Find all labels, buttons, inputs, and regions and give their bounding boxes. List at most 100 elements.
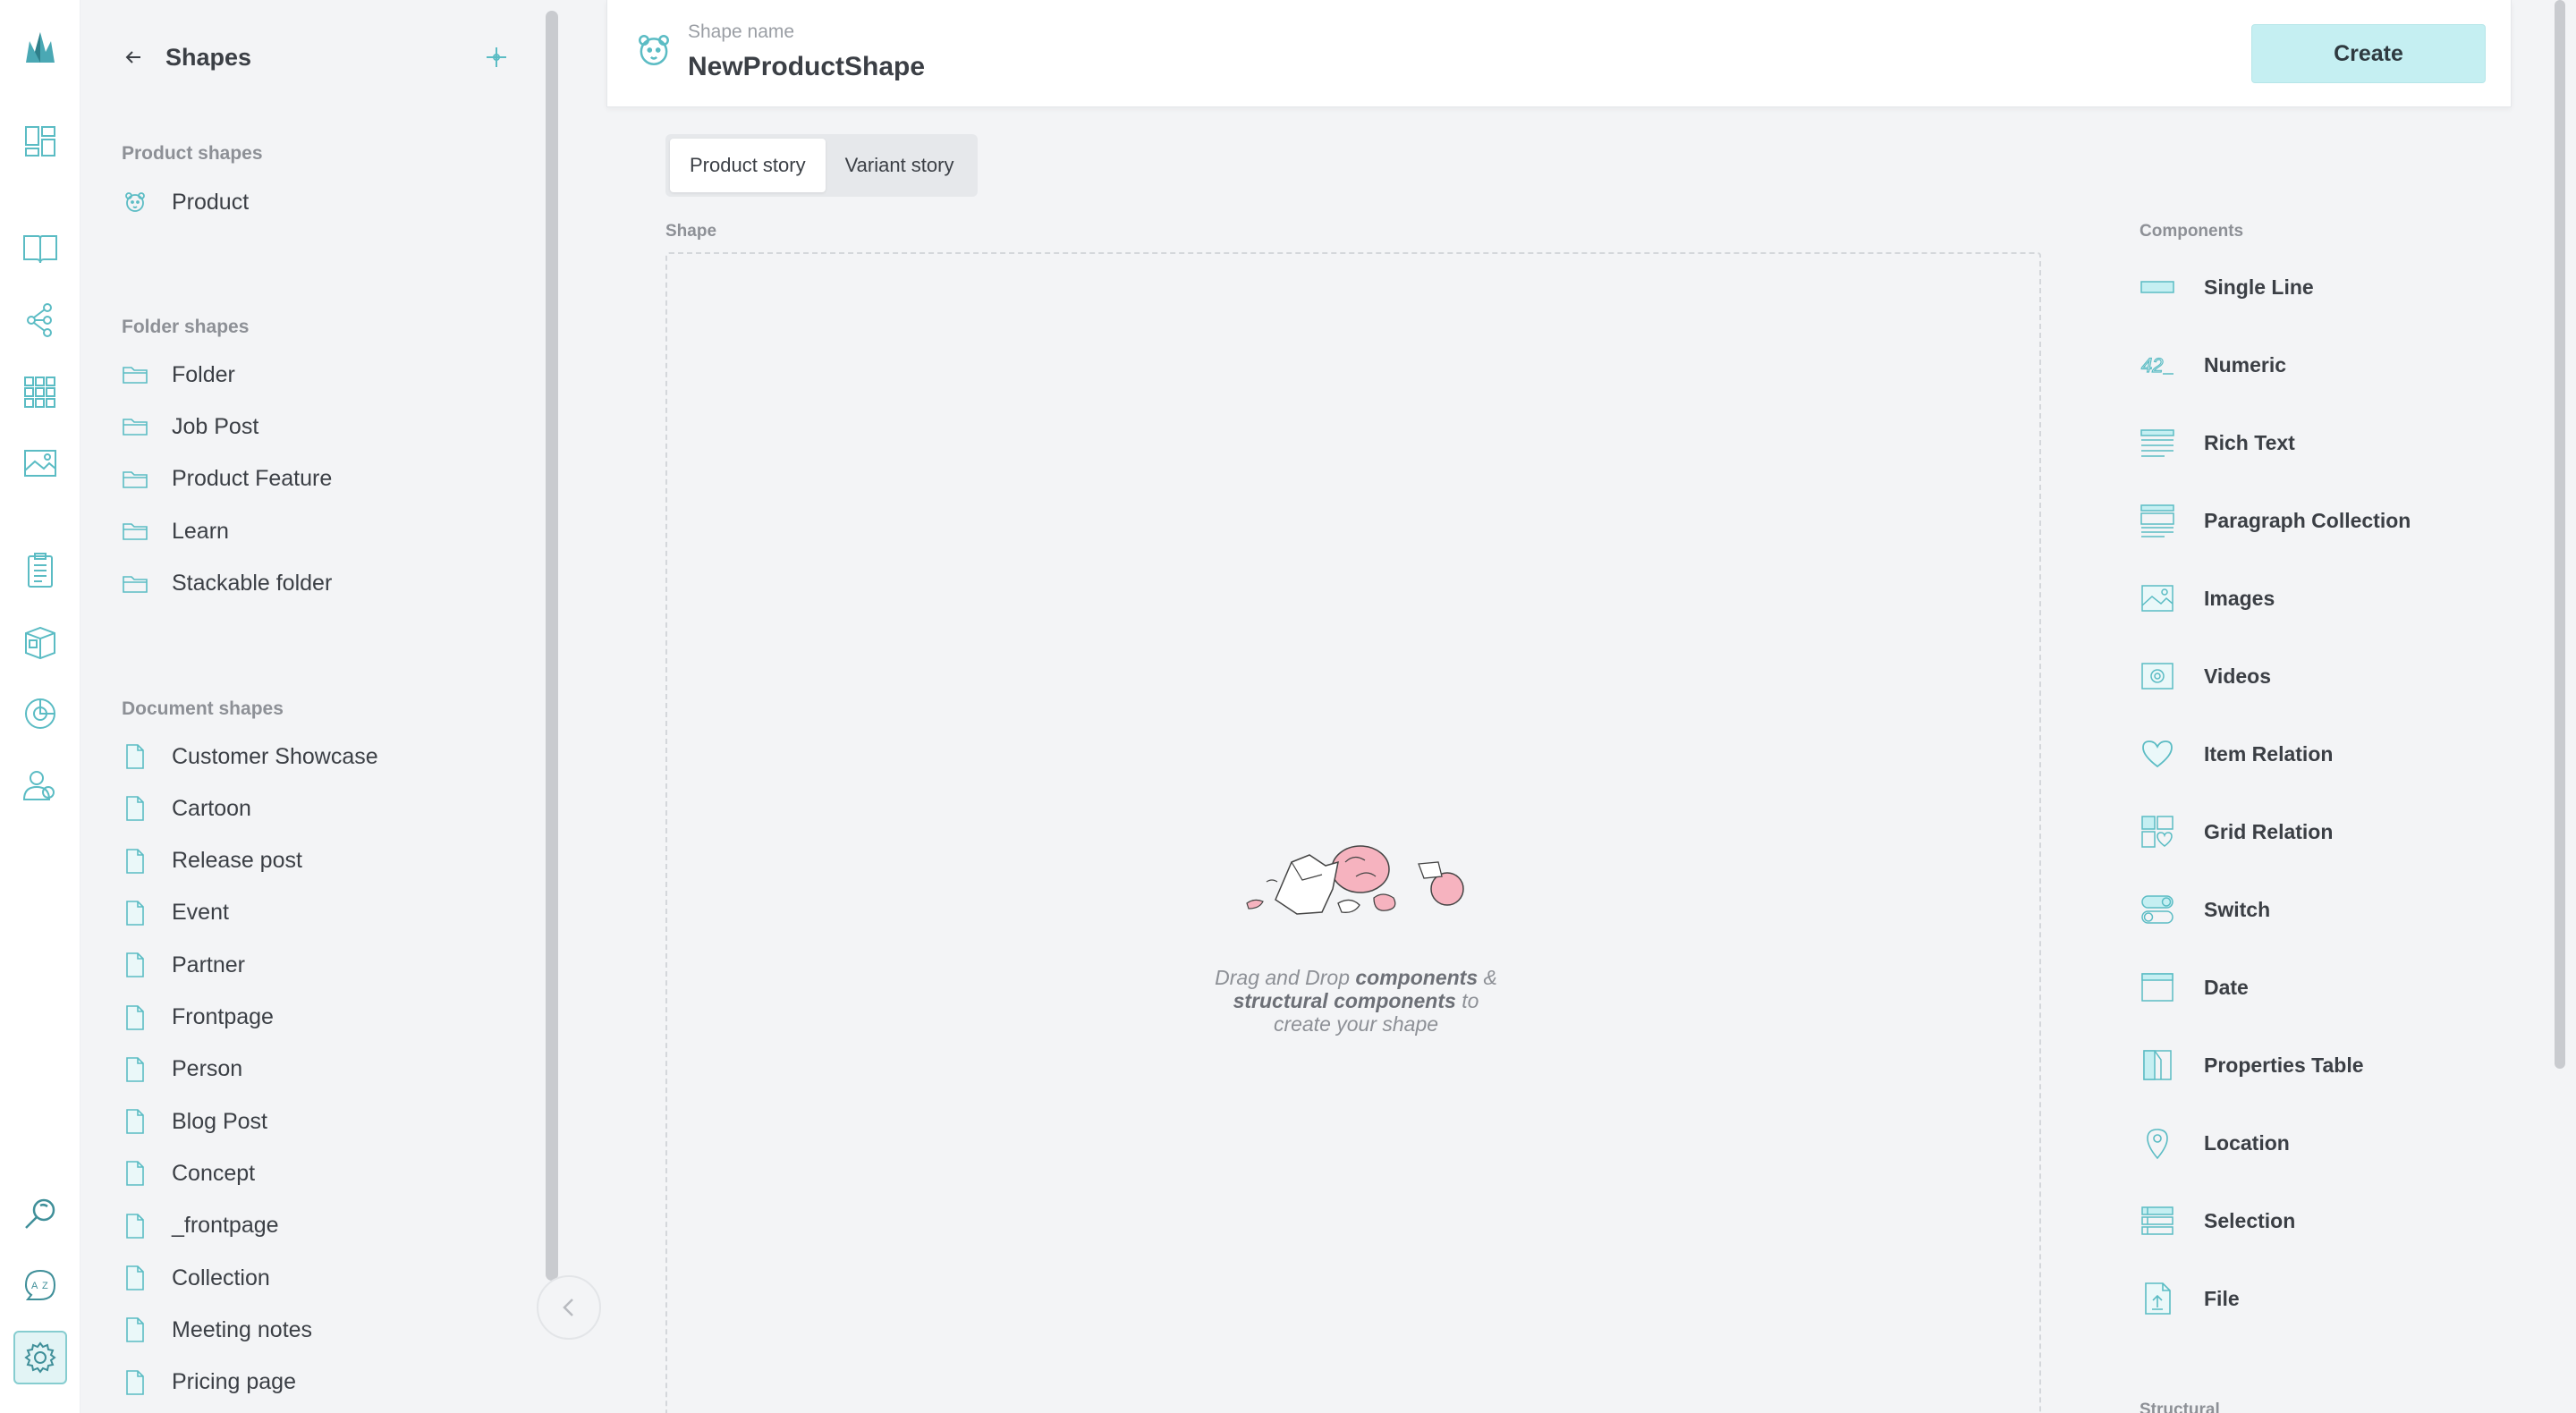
sidebar-item-label: Job Post	[172, 413, 259, 439]
main-nav-rail: AZ	[0, 0, 80, 1413]
sidebar-item-label: _frontpage	[172, 1213, 279, 1239]
properties-table-icon	[2140, 1047, 2175, 1083]
component-grid-relation[interactable]: Grid Relation	[2140, 809, 2333, 854]
svg-text:Z: Z	[42, 1281, 48, 1291]
component-rich-text[interactable]: Rich Text	[2140, 420, 2295, 465]
media-image-icon[interactable]	[13, 436, 67, 490]
tab-product-story[interactable]: Product story	[670, 139, 826, 192]
orders-clipboard-icon[interactable]	[13, 544, 67, 597]
empty-state-text: Drag and Drop components & structural co…	[1215, 966, 1497, 1036]
component-single-line[interactable]: Single Line	[2140, 265, 2314, 309]
sidebar-item-label: Customer Showcase	[172, 743, 378, 769]
sidebar-header: Shapes	[117, 39, 511, 75]
rich-text-icon	[2140, 425, 2175, 461]
document-icon	[122, 1004, 148, 1031]
date-icon	[2140, 969, 2175, 1005]
folder-icon	[122, 571, 148, 597]
shape-name-input[interactable]: NewProductShape	[688, 52, 925, 82]
sidebar-item-label: Partner	[172, 952, 245, 977]
grids-icon[interactable]	[13, 365, 67, 419]
sidebar-item-label: Event	[172, 900, 229, 926]
folder-shapes-heading: Folder shapes	[122, 317, 250, 337]
main-scrollbar[interactable]	[2555, 0, 2565, 1069]
sidebar-item-release-post[interactable]: Release post	[122, 842, 302, 881]
sidebar-item-product[interactable]: Product	[122, 182, 249, 222]
component-selection[interactable]: Selection	[2140, 1198, 2295, 1243]
product-shapes-heading: Product shapes	[122, 143, 263, 164]
folder-icon	[122, 466, 148, 493]
sidebar-scrollbar[interactable]	[546, 11, 558, 1281]
analytics-pie-icon[interactable]	[13, 687, 67, 740]
sidebar-item-label: Pricing page	[172, 1369, 296, 1395]
dashboard-icon[interactable]	[13, 114, 67, 168]
sidebar-item-pricing-page[interactable]: Pricing page	[122, 1363, 296, 1402]
component-date[interactable]: Date	[2140, 965, 2249, 1010]
component-images[interactable]: Images	[2140, 576, 2275, 621]
component-properties-table[interactable]: Properties Table	[2140, 1043, 2364, 1087]
component-item-relation[interactable]: Item Relation	[2140, 732, 2333, 776]
grid-relation-icon	[2140, 814, 2175, 850]
sidebar-item-label: Blog Post	[172, 1108, 268, 1134]
numeric-icon: 42	[2140, 347, 2175, 383]
component-numeric[interactable]: 42 Numeric	[2140, 343, 2286, 387]
back-arrow-icon[interactable]	[117, 41, 149, 73]
shape-dropzone[interactable]: Drag and Drop components & structural co…	[665, 252, 2041, 1413]
sidebar-item-folder[interactable]: Folder	[122, 355, 235, 394]
document-icon	[122, 900, 148, 926]
sidebar-item-product-feature[interactable]: Product Feature	[122, 460, 332, 499]
component-location[interactable]: Location	[2140, 1121, 2290, 1165]
sidebar-item-blog-post[interactable]: Blog Post	[122, 1102, 267, 1141]
sidebar-item-customer-showcase[interactable]: Customer Showcase	[122, 737, 378, 776]
component-switch[interactable]: Switch	[2140, 887, 2270, 932]
components-heading: Components	[2140, 222, 2244, 241]
sidebar-item-label: Folder	[172, 361, 235, 387]
shape-name-label: Shape name	[688, 21, 795, 42]
crystallize-logo-icon[interactable]	[13, 21, 67, 75]
subscriptions-box-icon[interactable]	[13, 615, 67, 669]
document-icon	[122, 1213, 148, 1240]
component-paragraph-collection[interactable]: Paragraph Collection	[2140, 498, 2411, 543]
translate-icon[interactable]: AZ	[13, 1259, 67, 1313]
sidebar-item-cartoon[interactable]: Cartoon	[122, 789, 251, 828]
sidebar-item-label: Concept	[172, 1160, 256, 1186]
folder-icon	[122, 518, 148, 545]
product-bear-icon	[634, 30, 674, 70]
sidebar-item-learn[interactable]: Learn	[122, 512, 229, 551]
search-icon[interactable]	[13, 1188, 67, 1241]
document-icon	[122, 1369, 148, 1396]
catalogue-book-icon[interactable]	[13, 222, 67, 275]
document-icon	[122, 795, 148, 822]
empty-state-illustration	[1246, 845, 1464, 915]
sidebar-item-label: Product Feature	[172, 466, 333, 492]
sidebar-item-person[interactable]: Person	[122, 1050, 242, 1089]
sidebar-item-frontpage[interactable]: _frontpage	[122, 1206, 279, 1246]
item-relation-heart-icon	[2140, 736, 2175, 772]
shape-editor-topbar: Shape name NewProductShape Create	[606, 0, 2512, 107]
component-videos[interactable]: Videos	[2140, 654, 2271, 698]
sidebar-item-stackable-folder[interactable]: Stackable folder	[122, 564, 332, 604]
structural-heading: Structural	[2140, 1400, 2220, 1413]
sidebar-item-concept[interactable]: Concept	[122, 1154, 255, 1193]
sidebar-item-event[interactable]: Event	[122, 893, 229, 933]
sidebar-item-label: Frontpage	[172, 1004, 274, 1029]
sidebar-item-frontpage[interactable]: Frontpage	[122, 998, 274, 1037]
folder-icon	[122, 361, 148, 388]
document-icon	[122, 1056, 148, 1083]
settings-gear-icon[interactable]	[13, 1331, 67, 1384]
topics-tree-icon[interactable]	[13, 293, 67, 347]
document-icon	[122, 1265, 148, 1291]
sidebar-item-collection[interactable]: Collection	[122, 1258, 270, 1298]
create-button[interactable]: Create	[2251, 24, 2486, 83]
sidebar-item-label: Release post	[172, 848, 302, 874]
collapse-sidebar-button[interactable]	[537, 1275, 601, 1340]
tab-variant-story[interactable]: Variant story	[826, 139, 974, 192]
paragraph-collection-icon	[2140, 503, 2175, 538]
sidebar-item-meeting-notes[interactable]: Meeting notes	[122, 1310, 312, 1350]
sidebar-item-partner[interactable]: Partner	[122, 945, 245, 985]
component-file[interactable]: File	[2140, 1276, 2240, 1321]
add-shape-icon[interactable]	[482, 43, 511, 72]
sidebar-item-job-post[interactable]: Job Post	[122, 407, 258, 446]
customers-icon[interactable]	[13, 758, 67, 812]
images-icon	[2140, 580, 2175, 616]
svg-text:A: A	[31, 1281, 38, 1291]
